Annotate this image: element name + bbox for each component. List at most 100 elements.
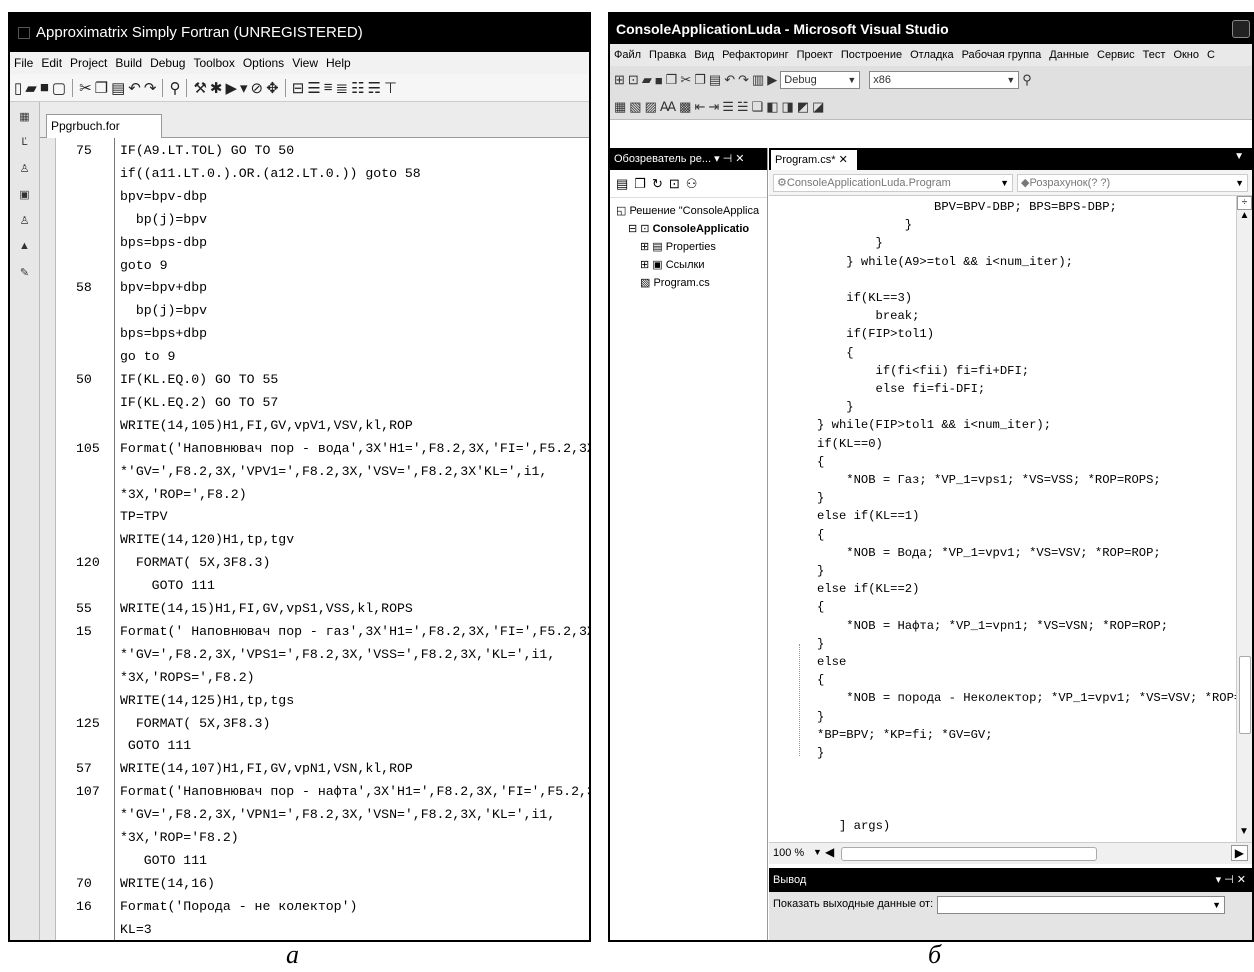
configuration-select[interactable]: Debug ▼ (780, 71, 861, 89)
scroll-down-icon[interactable]: ▼ (1237, 826, 1251, 840)
zoom-level[interactable]: 100 % (773, 847, 804, 859)
decrease-indent-icon[interactable]: ⇤ (694, 99, 705, 115)
menu-item-build[interactable]: Build (115, 52, 142, 74)
collapse-icon[interactable]: ⊟ (628, 223, 640, 235)
menu-item-2[interactable]: Правка (649, 44, 686, 66)
toolbar-icon-4[interactable]: Ꜳ (660, 99, 676, 115)
column-icon[interactable]: ⊤ (384, 79, 397, 97)
menu-item-file[interactable]: File (14, 52, 33, 74)
menu-item-13[interactable]: С (1207, 44, 1215, 66)
tree-item[interactable]: ⊟ ⊡ ConsoleApplicatio (610, 220, 767, 238)
properties-icon[interactable]: ▤ (616, 176, 628, 192)
debug-icon[interactable]: ✱ (210, 79, 223, 97)
redo-icon[interactable]: ↷ (738, 72, 749, 88)
menu-item-6[interactable]: Построение (841, 44, 902, 66)
menu-item-9[interactable]: Данные (1049, 44, 1089, 66)
toolbar-icon-1[interactable]: ▦ (614, 99, 626, 115)
settings-icon[interactable]: ✥ (266, 79, 279, 97)
run-dropdown-icon[interactable]: ▾ (240, 79, 248, 97)
types-icon[interactable]: ▲ (10, 240, 39, 258)
menu-item-3[interactable]: Вид (694, 44, 714, 66)
vertical-scrollbar[interactable]: ÷ ▲ ▼ (1236, 196, 1252, 842)
navigate-icon[interactable]: ▥ (752, 72, 764, 88)
add-item-icon[interactable]: ⊡ (628, 72, 639, 88)
indent-icon[interactable]: ⊟ (292, 79, 305, 97)
menu-item-help[interactable]: Help (326, 52, 351, 74)
toolbar-icon-3[interactable]: ▨ (645, 99, 657, 115)
start-icon[interactable]: ▶ (767, 72, 777, 88)
undo-icon[interactable]: ↶ (128, 79, 141, 97)
save-all-icon[interactable]: ❒ (666, 72, 678, 88)
expand-icon[interactable]: ⊞ (640, 241, 652, 253)
run-icon[interactable]: ▶ (225, 79, 237, 97)
menu-item-edit[interactable]: Edit (41, 52, 62, 74)
menu-item-debug[interactable]: Debug (150, 52, 185, 74)
tree-item[interactable]: ▧ Program.cs (610, 274, 767, 292)
format-icon[interactable]: ☷ (351, 79, 364, 97)
build-icon[interactable]: ⚒ (193, 79, 206, 97)
paste-icon[interactable]: ▤ (111, 79, 125, 97)
undo-icon[interactable]: ↶ (724, 72, 735, 88)
find-icon[interactable]: ⚲ (1022, 72, 1032, 88)
view-code-icon[interactable]: ⊡ (669, 176, 680, 192)
horizontal-scroll-thumb[interactable] (841, 847, 1097, 861)
menu-item-project[interactable]: Project (70, 52, 107, 74)
tree-item[interactable]: ⊞ ▤ Properties (610, 238, 767, 256)
expand-icon[interactable]: ⊞ (640, 259, 652, 271)
pin-close-icons[interactable]: ▾ ⊣ ✕ (1216, 868, 1246, 892)
next-bookmark-icon[interactable]: ◨ (782, 99, 794, 115)
uncomment-icon[interactable]: ≣ (336, 79, 349, 97)
copy-icon[interactable]: ❐ (694, 72, 706, 88)
split-icon[interactable]: ÷ (1237, 196, 1252, 210)
scroll-right-icon[interactable]: ▶ (1230, 845, 1248, 861)
menu-item-7[interactable]: Отладка (910, 44, 953, 66)
cut-icon[interactable]: ✂ (79, 79, 92, 97)
menu-item-4[interactable]: Рефакторинг (722, 44, 788, 66)
scroll-up-icon[interactable]: ▲ (1237, 210, 1252, 224)
scroll-thumb[interactable] (1239, 656, 1251, 734)
tree-item[interactable]: ⊞ ▣ Ссылки (610, 256, 767, 274)
outdent-icon[interactable]: ☰ (307, 79, 320, 97)
close-icon[interactable]: ✕ (839, 154, 848, 166)
modules-icon[interactable]: ▣ (10, 188, 39, 206)
stop-icon[interactable]: ⊘ (251, 79, 264, 97)
cut-icon[interactable]: ✂ (680, 72, 691, 88)
copy-icon[interactable]: ❐ (95, 79, 108, 97)
save-all-icon[interactable]: ▢ (52, 79, 66, 97)
toolbar-icon-5[interactable]: ▩ (679, 99, 691, 115)
project-icon[interactable]: ▦ (10, 110, 39, 128)
tree-item[interactable]: ◱ Решение "ConsoleApplica (610, 202, 767, 220)
code-editor[interactable]: BPV=BPV-DBP; BPS=BPS-DBP; } } } while(A9… (769, 196, 1252, 842)
open-folder-icon[interactable]: ▰ (25, 79, 37, 97)
show-all-files-icon[interactable]: ❐ (634, 176, 646, 192)
wrap-icon[interactable]: ☴ (368, 79, 381, 97)
subroutines-icon[interactable]: ♙ (10, 162, 39, 180)
menu-item-options[interactable]: Options (243, 52, 284, 74)
save-icon[interactable]: ■ (655, 73, 663, 88)
prev-bookmark-icon[interactable]: ◧ (766, 99, 778, 115)
class-diagram-icon[interactable]: ⚇ (686, 176, 698, 192)
close-icon[interactable] (1232, 20, 1250, 38)
menu-item-11[interactable]: Тест (1143, 44, 1166, 66)
type-select[interactable]: ⚙ConsoleApplicationLuda.Program ▼ (773, 174, 1013, 192)
menu-item-12[interactable]: Окно (1173, 44, 1199, 66)
find-icon[interactable]: ⚲ (169, 79, 180, 97)
member-select[interactable]: ◆Розрахунок(? ?) ▼ (1017, 174, 1248, 192)
platform-select[interactable]: x86 ▼ (869, 71, 1020, 89)
increase-indent-icon[interactable]: ⇥ (708, 99, 719, 115)
toolbar-icon-2[interactable]: ▧ (629, 99, 641, 115)
uncomment-icon[interactable]: ☱ (737, 99, 749, 115)
comment-icon[interactable]: ☰ (722, 99, 734, 115)
code-editor[interactable]: 75 IF(A9.LT.TOL) GO TO 50 if((a11.LT.0.).O… (40, 138, 589, 940)
tab-ppgrbuch[interactable]: Ppgrbuch.for (46, 114, 162, 138)
save-icon[interactable]: ■ (40, 79, 49, 96)
menu-item-toolbox[interactable]: Toolbox (193, 52, 234, 74)
menu-item-5[interactable]: Проект (797, 44, 833, 66)
scroll-left-icon[interactable]: ◀ (825, 845, 834, 859)
menu-item-1[interactable]: Файл (614, 44, 641, 66)
menu-item-10[interactable]: Сервис (1097, 44, 1135, 66)
new-file-icon[interactable]: ▯ (14, 79, 22, 97)
chevron-down-icon[interactable]: ▼ (1234, 151, 1244, 162)
redo-icon[interactable]: ↷ (144, 79, 157, 97)
tab-program-cs[interactable]: Program.cs* ✕ (771, 150, 857, 170)
